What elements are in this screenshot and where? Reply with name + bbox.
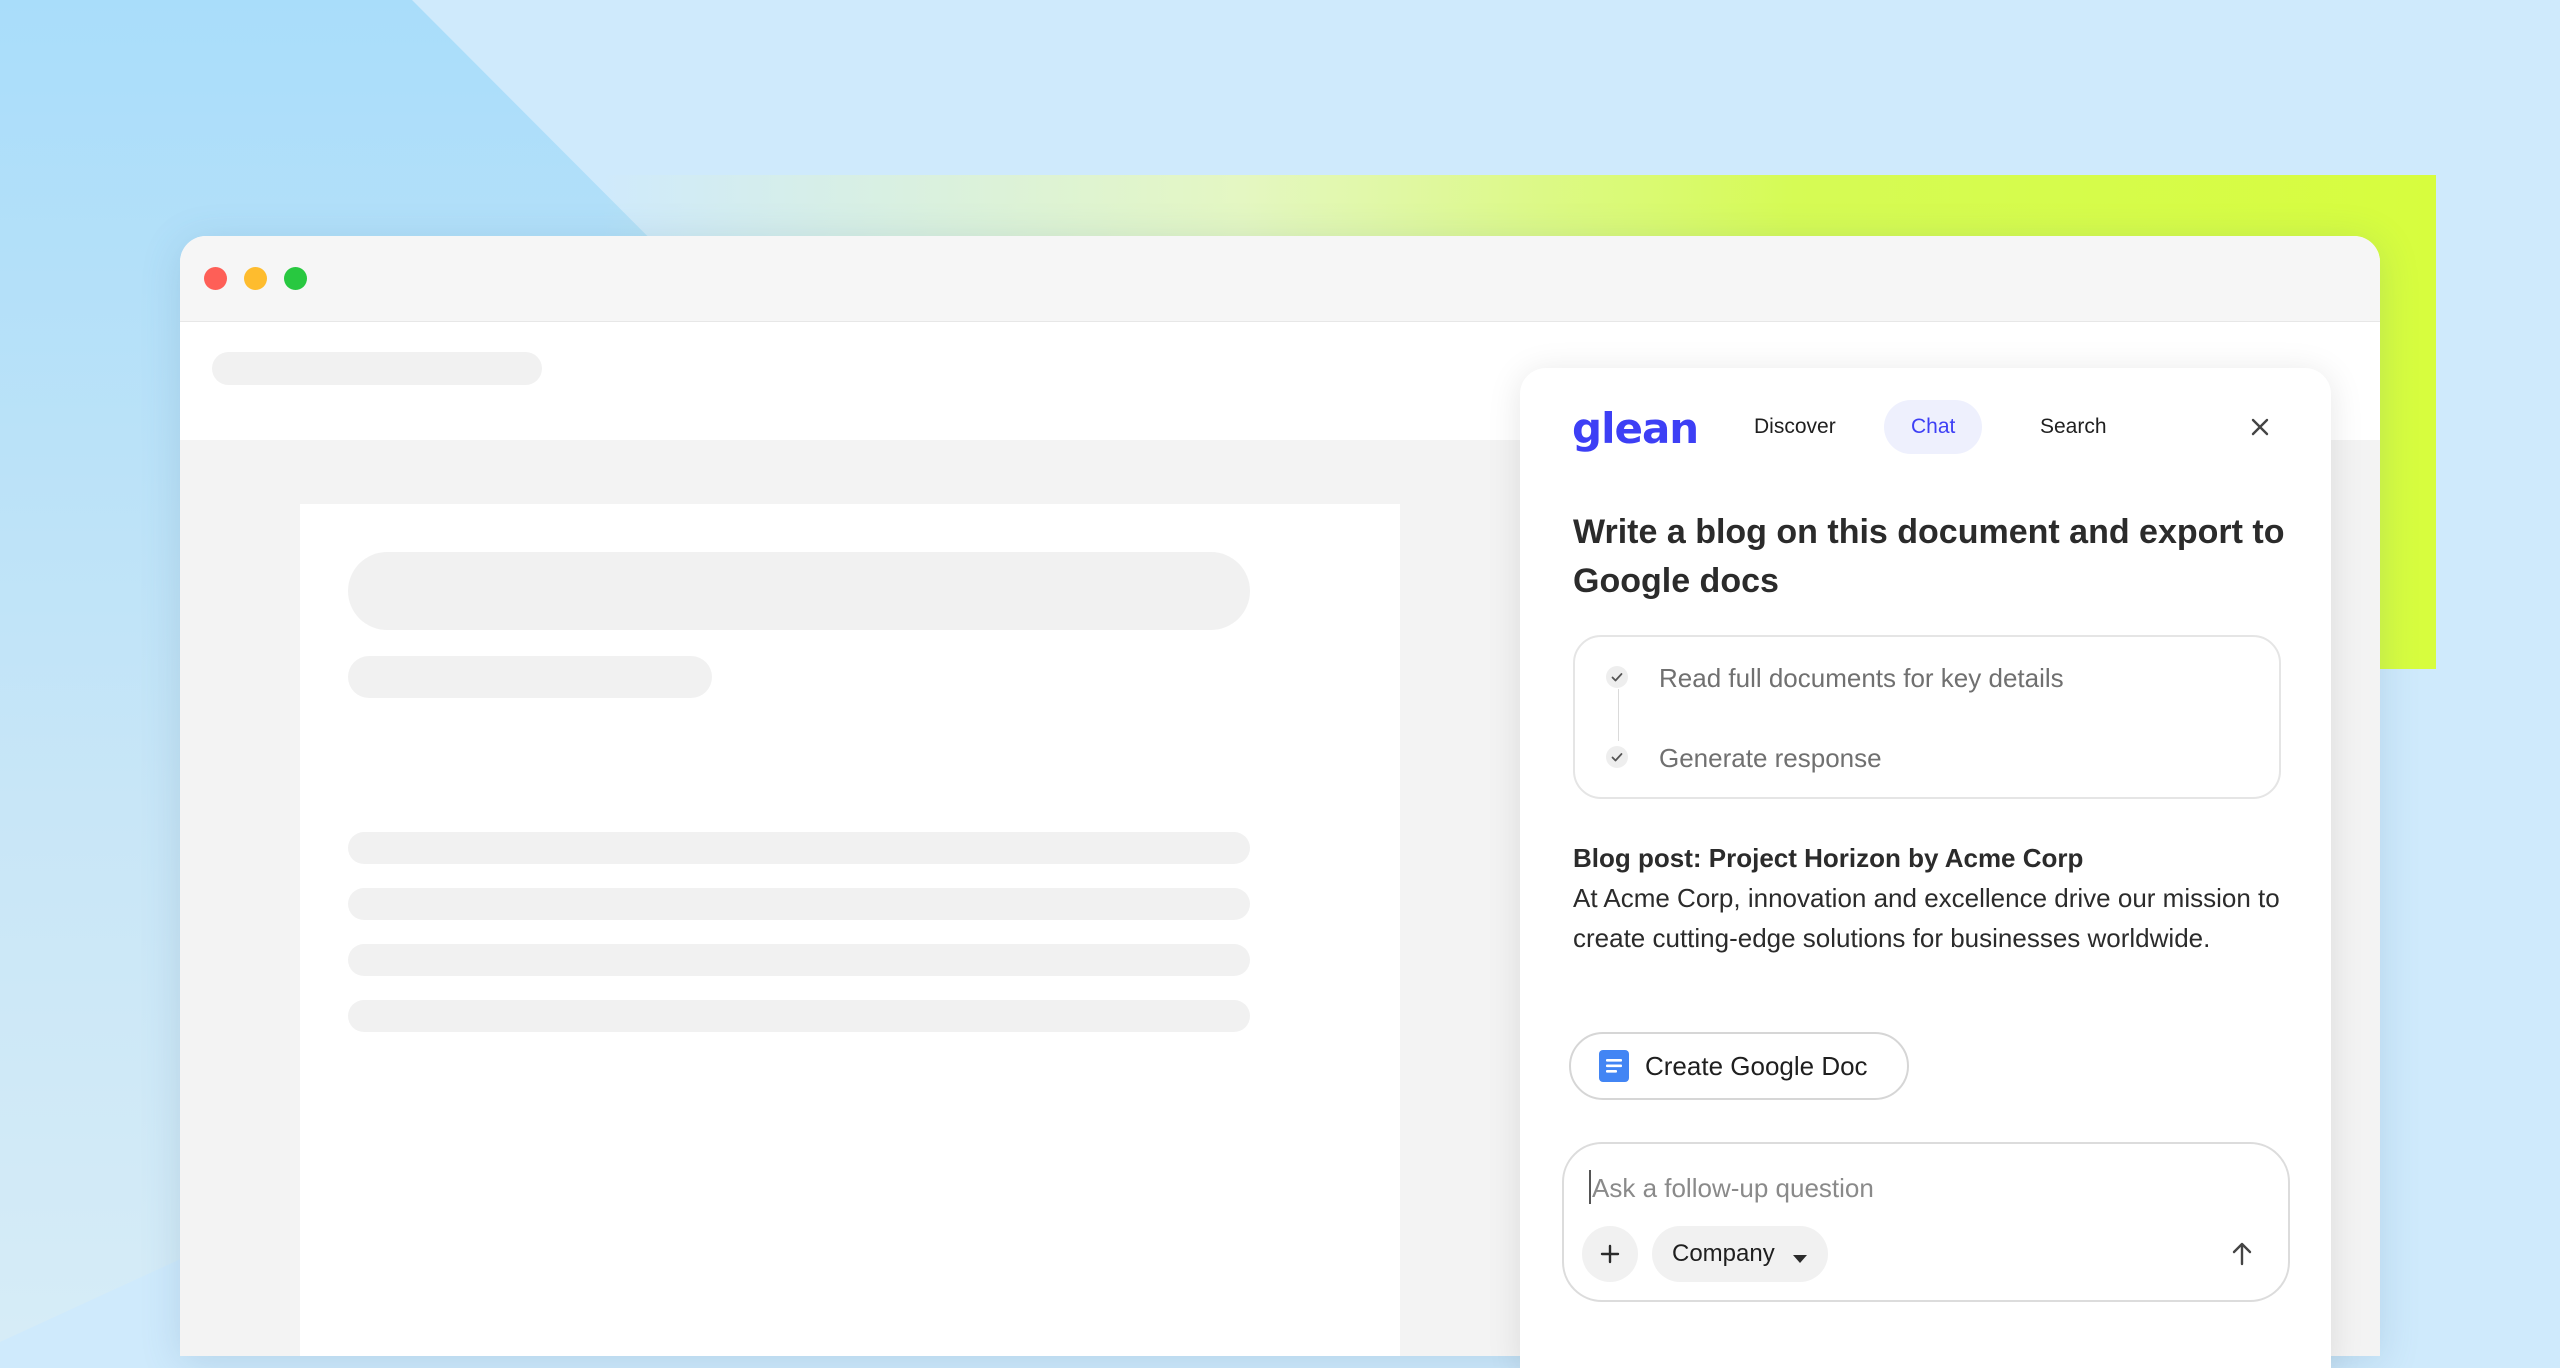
scope-selector[interactable]: Company xyxy=(1652,1226,1828,1282)
browser-titlebar xyxy=(180,236,2380,322)
skeleton-line xyxy=(348,944,1250,976)
create-google-doc-label: Create Google Doc xyxy=(1645,1051,1868,1081)
address-bar-placeholder xyxy=(212,352,542,385)
arrow-up-icon[interactable] xyxy=(2226,1238,2258,1270)
step-connector xyxy=(1618,689,1619,741)
minimize-window-dot[interactable] xyxy=(244,267,267,290)
close-icon[interactable] xyxy=(2245,412,2275,442)
document-page xyxy=(300,504,1400,1356)
create-google-doc-button[interactable]: Create Google Doc xyxy=(1569,1032,1909,1100)
skeleton-line xyxy=(348,832,1250,864)
skeleton-title xyxy=(348,552,1250,630)
skeleton-line xyxy=(348,888,1250,920)
reasoning-steps: Read full documents for key details Gene… xyxy=(1573,635,2281,799)
answer-body: At Acme Corp, innovation and excellence … xyxy=(1573,883,2280,953)
glean-chat-panel: glean Discover Chat Search Write a blog … xyxy=(1520,368,2331,1368)
check-icon xyxy=(1606,666,1628,688)
close-window-dot[interactable] xyxy=(204,267,227,290)
tab-chat[interactable]: Chat xyxy=(1884,400,1983,454)
google-docs-icon xyxy=(1599,1050,1629,1082)
tab-search[interactable]: Search xyxy=(2013,400,2134,454)
maximize-window-dot[interactable] xyxy=(284,267,307,290)
followup-input-box: Company xyxy=(1562,1142,2290,1302)
answer-text: Blog post: Project Horizon by Acme Corp … xyxy=(1573,838,2293,958)
check-icon xyxy=(1606,746,1628,768)
tab-discover[interactable]: Discover xyxy=(1727,400,1863,454)
answer-title: Blog post: Project Horizon by Acme Corp xyxy=(1573,843,2084,873)
step-label: Generate response xyxy=(1659,743,1882,773)
glean-logo: glean xyxy=(1572,404,1699,453)
caret-down-icon xyxy=(1792,1251,1808,1269)
user-question: Write a blog on this document and export… xyxy=(1573,513,2285,600)
step-item: Generate response xyxy=(1575,738,2279,778)
step-item: Read full documents for key details xyxy=(1575,658,2279,698)
skeleton-subtitle xyxy=(348,656,712,698)
skeleton-line xyxy=(348,1000,1250,1032)
plus-icon[interactable] xyxy=(1582,1226,1638,1282)
scope-label: Company xyxy=(1672,1240,1775,1267)
step-label: Read full documents for key details xyxy=(1659,663,2064,693)
followup-input[interactable] xyxy=(1590,1164,2194,1212)
